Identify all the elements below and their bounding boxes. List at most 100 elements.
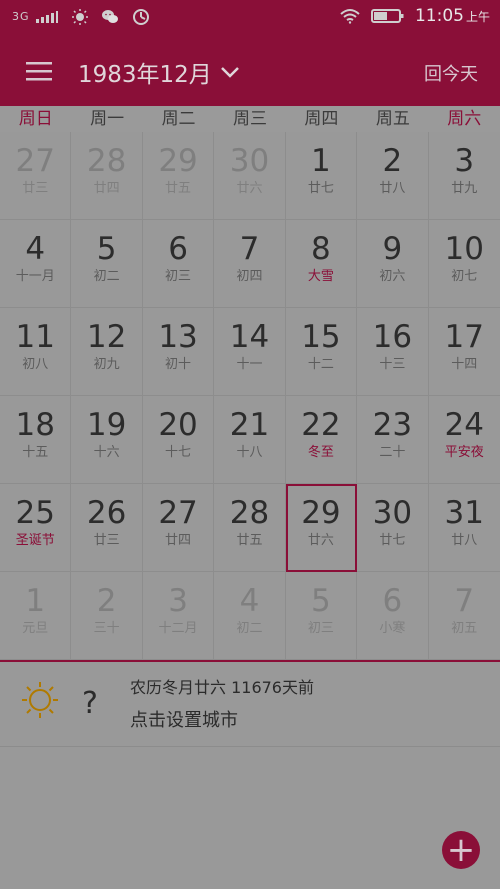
calendar-day[interactable]: 3 十二月 bbox=[142, 572, 215, 660]
calendar-day[interactable]: 25 圣诞节 bbox=[0, 484, 72, 572]
calendar-day[interactable]: 30 廿七 bbox=[357, 484, 429, 572]
lunar-label: 廿三 bbox=[93, 533, 120, 548]
lunar-label: 小寒 bbox=[379, 621, 406, 636]
day-number: 7 bbox=[239, 231, 260, 267]
weekday-label: 周六 bbox=[447, 109, 482, 129]
calendar-day[interactable]: 9 初六 bbox=[357, 220, 429, 308]
calendar-day[interactable]: 11 初八 bbox=[0, 308, 72, 396]
back-to-today-button[interactable]: 回今天 bbox=[424, 60, 478, 86]
day-number: 5 bbox=[96, 231, 117, 267]
calendar-day[interactable]: 20 十七 bbox=[142, 396, 215, 484]
calendar-day[interactable]: 1 廿七 bbox=[285, 132, 358, 220]
calendar-day[interactable]: 27 廿三 bbox=[0, 132, 72, 220]
calendar-day[interactable]: 6 初三 bbox=[142, 220, 215, 308]
calendar-day[interactable]: 14 十一 bbox=[214, 308, 286, 396]
calendar-day-selected[interactable]: 29 廿六 bbox=[285, 484, 358, 572]
day-number: 16 bbox=[372, 319, 413, 355]
calendar-day[interactable]: 22 冬至 bbox=[285, 396, 358, 484]
day-number: 7 bbox=[454, 583, 475, 619]
calendar-day[interactable]: 23 二十 bbox=[357, 396, 429, 484]
network-type: 3G bbox=[12, 10, 30, 23]
lunar-label: 廿七 bbox=[307, 181, 334, 196]
weather-panel[interactable]: ? 农历冬月廿六 11676天前 点击设置城市 bbox=[0, 662, 500, 747]
day-number: 18 bbox=[15, 407, 55, 443]
day-number: 9 bbox=[382, 231, 403, 267]
lunar-label: 十二 bbox=[307, 357, 334, 372]
day-number: 14 bbox=[229, 319, 270, 355]
add-event-button[interactable]: + bbox=[442, 831, 480, 869]
calendar-day[interactable]: 3 廿九 bbox=[428, 132, 500, 220]
lunar-label: 廿四 bbox=[165, 533, 192, 548]
plus-icon: + bbox=[446, 830, 476, 870]
calendar-day[interactable]: 5 初二 bbox=[71, 220, 143, 308]
clock-time: 11:05 bbox=[414, 6, 464, 26]
calendar-day[interactable]: 4 初二 bbox=[214, 572, 286, 660]
calendar-day[interactable]: 13 初十 bbox=[142, 308, 215, 396]
calendar-day[interactable]: 18 十五 bbox=[0, 396, 72, 484]
lunar-label: 廿五 bbox=[236, 533, 263, 548]
calendar-day[interactable]: 29 廿五 bbox=[142, 132, 215, 220]
day-number: 1 bbox=[25, 583, 46, 619]
lunar-label: 十六 bbox=[93, 445, 120, 460]
day-number: 30 bbox=[229, 143, 270, 179]
lunar-label: 三十 bbox=[93, 621, 120, 636]
calendar-day[interactable]: 17 十四 bbox=[428, 308, 500, 396]
calendar-day[interactable]: 4 十一月 bbox=[0, 220, 72, 308]
lunar-label: 初三 bbox=[307, 621, 334, 636]
day-number: 11 bbox=[15, 319, 55, 355]
calendar-day[interactable]: 28 廿四 bbox=[71, 132, 143, 220]
day-number: 19 bbox=[86, 407, 127, 443]
day-number: 12 bbox=[86, 319, 127, 355]
day-number: 30 bbox=[372, 495, 413, 531]
set-city-link[interactable]: 点击设置城市 bbox=[130, 706, 238, 732]
calendar-day[interactable]: 21 十八 bbox=[214, 396, 286, 484]
calendar-day[interactable]: 7 初五 bbox=[428, 572, 500, 660]
calendar-day[interactable]: 19 十六 bbox=[71, 396, 143, 484]
calendar-day[interactable]: 26 廿三 bbox=[71, 484, 143, 572]
calendar-day[interactable]: 30 廿六 bbox=[214, 132, 286, 220]
calendar-day[interactable]: 10 初七 bbox=[428, 220, 500, 308]
lunar-date-info: 农历冬月廿六 11676天前 bbox=[130, 678, 314, 697]
day-number: 28 bbox=[229, 495, 270, 531]
lunar-label: 大雪 bbox=[307, 269, 334, 284]
calendar-day[interactable]: 16 十三 bbox=[357, 308, 429, 396]
weekday-label: 周五 bbox=[375, 109, 410, 129]
day-number: 27 bbox=[158, 495, 198, 531]
day-number: 10 bbox=[444, 231, 484, 267]
sun-status-icon bbox=[71, 9, 88, 25]
day-number: 5 bbox=[311, 583, 331, 619]
calendar-day[interactable]: 12 初九 bbox=[71, 308, 143, 396]
menu-icon[interactable] bbox=[26, 58, 52, 84]
lunar-label: 廿四 bbox=[93, 181, 120, 196]
calendar-day[interactable]: 6 小寒 bbox=[357, 572, 429, 660]
status-right: 11:05 上午 bbox=[339, 6, 490, 26]
day-number: 29 bbox=[301, 495, 341, 531]
weekday-header: 周日 周一 周二 周三 周四 周五 周六 bbox=[0, 106, 500, 132]
calendar-day[interactable]: 2 三十 bbox=[71, 572, 143, 660]
calendar-day[interactable]: 8 大雪 bbox=[285, 220, 358, 308]
calendar-day[interactable]: 28 廿五 bbox=[214, 484, 286, 572]
calendar-day[interactable]: 5 初三 bbox=[285, 572, 358, 660]
battery-icon bbox=[370, 9, 404, 23]
calendar-day[interactable]: 1 元旦 bbox=[0, 572, 72, 660]
day-number: 31 bbox=[444, 495, 484, 531]
calendar-day[interactable]: 31 廿八 bbox=[428, 484, 500, 572]
lunar-label: 十一月 bbox=[15, 269, 55, 284]
lunar-label: 初九 bbox=[93, 357, 120, 372]
calendar-day[interactable]: 7 初四 bbox=[214, 220, 286, 308]
lunar-label: 初五 bbox=[451, 621, 478, 636]
calendar-day[interactable]: 24 平安夜 bbox=[428, 396, 500, 484]
lunar-label: 冬至 bbox=[307, 445, 334, 460]
clock-ampm: 上午 bbox=[465, 10, 490, 24]
day-number: 17 bbox=[444, 319, 484, 355]
status-left: 3G bbox=[12, 8, 150, 26]
calendar-day[interactable]: 2 廿八 bbox=[357, 132, 429, 220]
calendar-day[interactable]: 15 十二 bbox=[285, 308, 358, 396]
day-number: 20 bbox=[158, 407, 198, 443]
lunar-label: 廿五 bbox=[165, 181, 192, 196]
month-selector[interactable]: 1983年12月 bbox=[78, 55, 240, 89]
lunar-label: 十八 bbox=[236, 445, 263, 460]
lunar-label: 元旦 bbox=[22, 621, 49, 636]
lunar-label: 十七 bbox=[165, 445, 192, 460]
calendar-day[interactable]: 27 廿四 bbox=[142, 484, 215, 572]
